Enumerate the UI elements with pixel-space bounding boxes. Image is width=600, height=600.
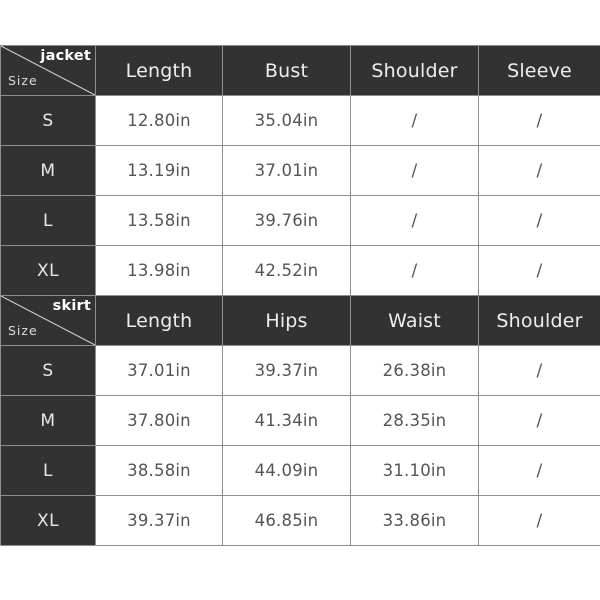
jacket-size-axis-label: Size bbox=[8, 73, 38, 88]
table-header-row: jacket Size Length Bust Shoulder Sleeve bbox=[0, 45, 600, 96]
table-row: M 37.80in 41.34in 28.35in / bbox=[0, 395, 600, 446]
cell-bust: 37.01in bbox=[222, 145, 351, 196]
cell-length: 12.80in bbox=[95, 95, 223, 146]
cell-sleeve: / bbox=[478, 95, 600, 146]
cell-length: 39.37in bbox=[95, 495, 223, 546]
cell-hips: 41.34in bbox=[222, 395, 351, 446]
column-header-shoulder: Shoulder bbox=[478, 295, 600, 346]
size-label-s: S bbox=[0, 95, 96, 146]
cell-waist: 26.38in bbox=[350, 345, 479, 396]
skirt-table-body: S 37.01in 39.37in 26.38in / M 37.80in 41… bbox=[0, 345, 600, 546]
cell-shoulder: / bbox=[350, 245, 479, 296]
cell-hips: 39.37in bbox=[222, 345, 351, 396]
cell-waist: 33.86in bbox=[350, 495, 479, 546]
skirt-corner-cell: skirt Size bbox=[0, 295, 96, 346]
cell-shoulder: / bbox=[478, 345, 600, 396]
table-row: S 37.01in 39.37in 26.38in / bbox=[0, 345, 600, 396]
cell-sleeve: / bbox=[478, 145, 600, 196]
cell-shoulder: / bbox=[350, 145, 479, 196]
jacket-category-label: jacket bbox=[40, 48, 91, 64]
size-label-l: L bbox=[0, 195, 96, 246]
cell-shoulder: / bbox=[478, 495, 600, 546]
skirt-category-label: skirt bbox=[52, 298, 91, 314]
jacket-size-table: jacket Size Length Bust Shoulder Sleeve … bbox=[0, 45, 600, 296]
size-label-m: M bbox=[0, 145, 96, 196]
skirt-size-table: skirt Size Length Hips Waist Shoulder S … bbox=[0, 295, 600, 546]
column-header-shoulder: Shoulder bbox=[350, 45, 479, 96]
table-row: L 38.58in 44.09in 31.10in / bbox=[0, 445, 600, 496]
column-header-bust: Bust bbox=[222, 45, 351, 96]
jacket-table-body: S 12.80in 35.04in / / M 13.19in 37.01in … bbox=[0, 95, 600, 296]
cell-bust: 42.52in bbox=[222, 245, 351, 296]
cell-length: 37.01in bbox=[95, 345, 223, 396]
cell-length: 13.19in bbox=[95, 145, 223, 196]
cell-bust: 35.04in bbox=[222, 95, 351, 146]
cell-shoulder: / bbox=[478, 395, 600, 446]
size-label-xl: XL bbox=[0, 495, 96, 546]
cell-length: 37.80in bbox=[95, 395, 223, 446]
size-label-l: L bbox=[0, 445, 96, 496]
column-header-waist: Waist bbox=[350, 295, 479, 346]
column-header-length: Length bbox=[95, 45, 223, 96]
cell-length: 38.58in bbox=[95, 445, 223, 496]
size-label-xl: XL bbox=[0, 245, 96, 296]
cell-sleeve: / bbox=[478, 245, 600, 296]
skirt-size-axis-label: Size bbox=[8, 323, 38, 338]
cell-waist: 28.35in bbox=[350, 395, 479, 446]
table-row: S 12.80in 35.04in / / bbox=[0, 95, 600, 146]
skirt-table-header: skirt Size Length Hips Waist Shoulder bbox=[0, 295, 600, 346]
cell-hips: 44.09in bbox=[222, 445, 351, 496]
table-row: XL 13.98in 42.52in / / bbox=[0, 245, 600, 296]
size-label-m: M bbox=[0, 395, 96, 446]
column-header-length: Length bbox=[95, 295, 223, 346]
size-chart-sheet: jacket Size Length Bust Shoulder Sleeve … bbox=[0, 0, 600, 600]
jacket-table-header: jacket Size Length Bust Shoulder Sleeve bbox=[0, 45, 600, 96]
jacket-corner-cell: jacket Size bbox=[0, 45, 96, 96]
column-header-hips: Hips bbox=[222, 295, 351, 346]
cell-length: 13.58in bbox=[95, 195, 223, 246]
table-row: M 13.19in 37.01in / / bbox=[0, 145, 600, 196]
cell-shoulder: / bbox=[350, 195, 479, 246]
table-row: XL 39.37in 46.85in 33.86in / bbox=[0, 495, 600, 546]
cell-waist: 31.10in bbox=[350, 445, 479, 496]
cell-hips: 46.85in bbox=[222, 495, 351, 546]
size-label-s: S bbox=[0, 345, 96, 396]
table-row: L 13.58in 39.76in / / bbox=[0, 195, 600, 246]
cell-shoulder: / bbox=[350, 95, 479, 146]
cell-sleeve: / bbox=[478, 195, 600, 246]
column-header-sleeve: Sleeve bbox=[478, 45, 600, 96]
table-header-row: skirt Size Length Hips Waist Shoulder bbox=[0, 295, 600, 346]
cell-shoulder: / bbox=[478, 445, 600, 496]
cell-bust: 39.76in bbox=[222, 195, 351, 246]
cell-length: 13.98in bbox=[95, 245, 223, 296]
